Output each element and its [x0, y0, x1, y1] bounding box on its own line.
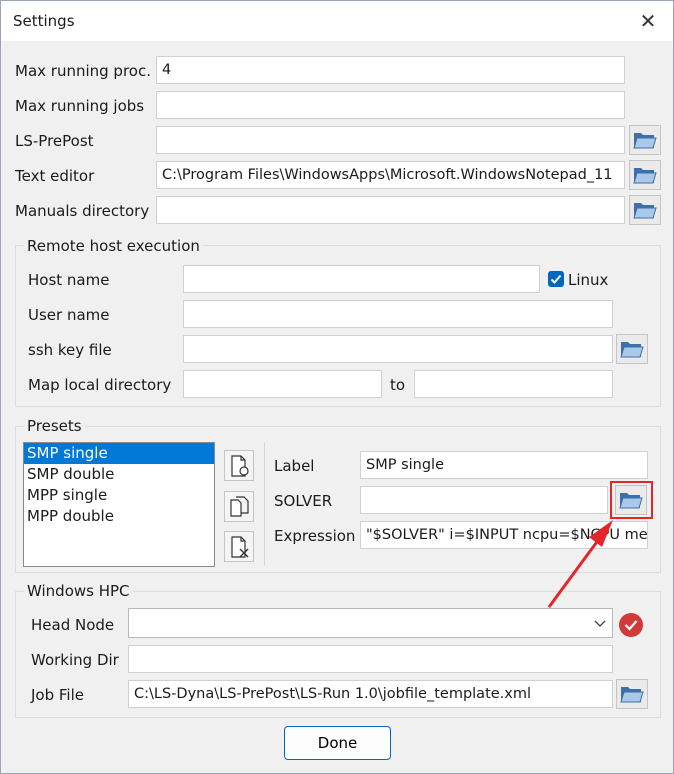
settings-window: Settings ✕ Max running proc. 4 Max runni…: [0, 0, 674, 774]
annotation-arrow: [547, 520, 613, 608]
